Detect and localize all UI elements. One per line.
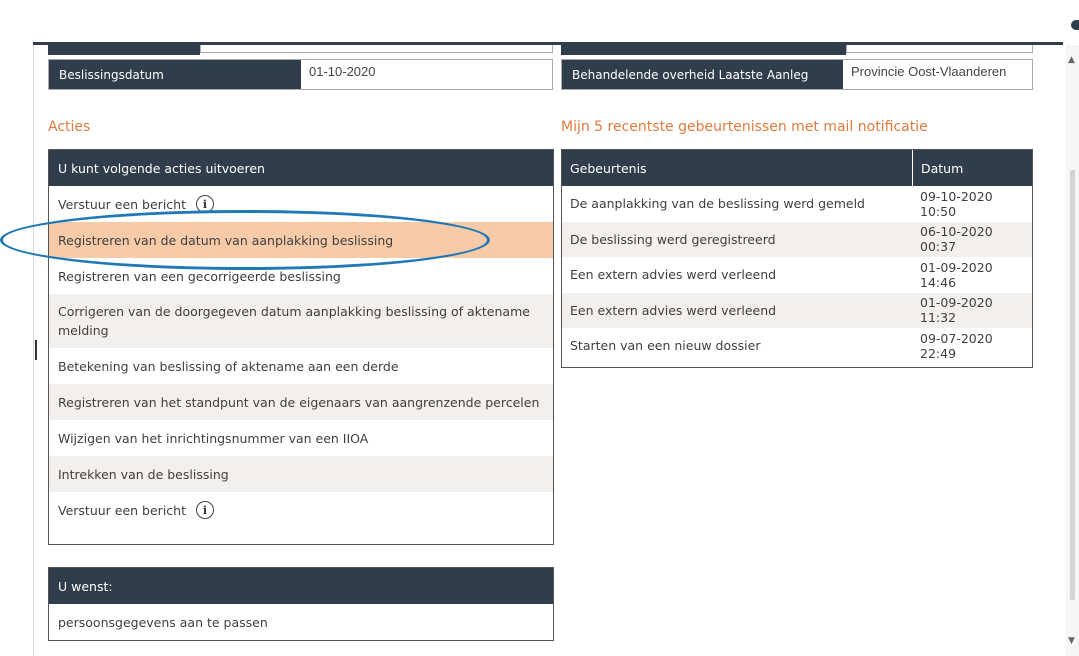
acties-title: Acties — [48, 119, 91, 135]
left-border — [33, 45, 34, 656]
event-name: De aanplakking van de beslissing werd ge… — [570, 196, 865, 212]
action-label[interactable]: Corrigeren van de doorgegeven datum aanp… — [58, 302, 544, 341]
overheid-label: Behandelende overheid Laatste Aanleg — [562, 60, 843, 89]
info-icon[interactable]: i — [196, 195, 214, 213]
action-label[interactable]: Betekening van beslissing of aktename aa… — [58, 359, 399, 374]
acties-panel: U kunt volgende acties uitvoeren Verstuu… — [48, 149, 554, 545]
beslissingsdatum-field: Beslissingsdatum 01-10-2020 — [48, 59, 553, 90]
action-label[interactable]: Wijzigen van het inrichtingsnummer van e… — [58, 431, 368, 446]
col-gebeurtenis: Gebeurtenis — [570, 160, 647, 176]
info-icon[interactable]: i — [196, 501, 214, 519]
action-wijzigen-iioa[interactable]: Wijzigen van het inrichtingsnummer van e… — [49, 420, 553, 456]
wenst-panel: U wenst: persoonsgegevens aan te passen — [48, 567, 554, 641]
action-label[interactable]: Registreren van een gecorrigeerde beslis… — [58, 269, 341, 284]
events-title: Mijn 5 recentste gebeurtenissen met mail… — [561, 119, 928, 135]
table-row: De beslissing werd geregistreerd 06-10-2… — [562, 221, 1032, 257]
field-label-stub — [48, 45, 200, 55]
wenst-label[interactable]: persoonsgegevens aan te passen — [58, 615, 268, 630]
action-send-message[interactable]: Verstuur een bericht i — [49, 492, 553, 528]
table-row: Een extern advies werd verleend 01-09-20… — [562, 257, 1032, 293]
col-datum: Datum — [912, 150, 1032, 186]
wenst-item[interactable]: persoonsgegevens aan te passen — [49, 604, 553, 640]
action-standpunt[interactable]: Registreren van het standpunt van de eig… — [49, 384, 553, 420]
action-label[interactable]: Registreren van het standpunt van de eig… — [58, 395, 539, 410]
action-register-aanplakking[interactable]: Registreren van de datum van aanplakking… — [49, 222, 553, 258]
event-date: 09-07-2020 22:49 — [920, 330, 993, 361]
action-label[interactable]: Verstuur een bericht — [58, 503, 186, 518]
field-label-stub — [561, 45, 846, 55]
action-intrekken[interactable]: Intrekken van de beslissing — [49, 456, 553, 492]
action-correct-date[interactable]: Corrigeren van de doorgegeven datum aanp… — [49, 294, 553, 348]
table-row: Een extern advies werd verleend 01-09-20… — [562, 292, 1032, 328]
overheid-value: Provincie Oost-Vlaanderen — [851, 64, 1007, 79]
field-value-stub — [846, 45, 1033, 53]
scroll-down-arrow-icon[interactable]: ▼ — [1068, 636, 1075, 646]
wenst-header: U wenst: — [49, 568, 553, 604]
table-row: Starten van een nieuw dossier 09-07-2020… — [562, 328, 1032, 364]
beslissingsdatum-label: Beslissingsdatum — [49, 60, 301, 89]
events-panel: Gebeurtenis Datum De aanplakking van de … — [561, 149, 1033, 368]
event-name: Een extern advies werd verleend — [570, 302, 777, 318]
field-value-stub — [200, 45, 553, 53]
table-row: De aanplakking van de beslissing werd ge… — [562, 186, 1032, 222]
event-date: 06-10-2020 00:37 — [920, 224, 993, 255]
acties-header: U kunt volgende acties uitvoeren — [49, 150, 553, 186]
corner-marker — [1071, 20, 1079, 30]
event-date: 01-09-2020 11:32 — [920, 295, 993, 326]
event-name: Een extern advies werd verleend — [570, 267, 777, 283]
action-betekening[interactable]: Betekening van beslissing of aktename aa… — [49, 348, 553, 384]
action-register-corrected[interactable]: Registreren van een gecorrigeerde beslis… — [49, 258, 553, 294]
event-date: 09-10-2020 10:50 — [920, 188, 993, 219]
event-date: 01-09-2020 14:46 — [920, 259, 993, 290]
event-name: Starten van een nieuw dossier — [570, 338, 761, 354]
events-table-header: Gebeurtenis Datum — [562, 150, 1032, 186]
text-cursor-icon — [35, 340, 37, 360]
action-label[interactable]: Intrekken van de beslissing — [58, 467, 229, 482]
event-name: De beslissing werd geregistreerd — [570, 231, 776, 247]
action-send-message[interactable]: Verstuur een bericht i — [49, 186, 553, 222]
scrollbar-thumb[interactable] — [1070, 170, 1075, 600]
beslissingsdatum-value: 01-10-2020 — [309, 64, 376, 79]
action-label[interactable]: Verstuur een bericht — [58, 197, 186, 212]
scroll-up-arrow-icon[interactable]: ▲ — [1068, 55, 1075, 65]
overheid-field: Behandelende overheid Laatste Aanleg Pro… — [561, 59, 1033, 90]
action-label[interactable]: Registreren van de datum van aanplakking… — [58, 233, 393, 248]
